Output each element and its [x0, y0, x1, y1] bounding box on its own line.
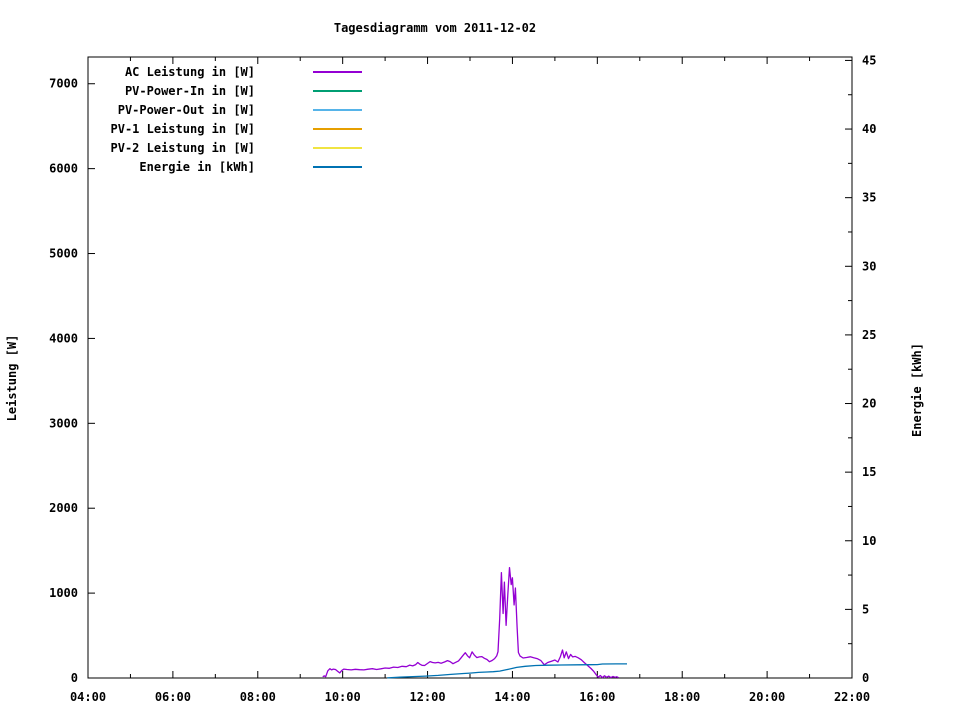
y-axis-label: Leistung [W]	[5, 335, 19, 422]
y-tick-label: 2000	[49, 501, 78, 515]
y2-tick-label: 10	[862, 534, 876, 548]
y2-axis-label: Energie [kWh]	[910, 343, 924, 437]
tagesdiagramm-page: Tagesdiagramm vom 2011-12-02 Leistung [W…	[0, 0, 960, 720]
y-tick-label: 6000	[49, 162, 78, 176]
legend-label: Energie in [kWh]	[139, 160, 255, 174]
chart-title: Tagesdiagramm vom 2011-12-02	[334, 21, 536, 35]
legend: AC Leistung in [W] PV-Power-In in [W] PV-P…	[111, 65, 362, 174]
series-line	[322, 566, 619, 679]
y2-tick-label: 25	[862, 328, 876, 342]
x-tick-label: 22:00	[834, 690, 870, 704]
legend-label: PV-2 Leistung in [W]	[111, 141, 256, 155]
tagesdiagramm-chart: Tagesdiagramm vom 2011-12-02 Leistung [W…	[5, 21, 924, 704]
x-tick-label: 18:00	[664, 690, 700, 704]
x-tick-label: 04:00	[70, 690, 106, 704]
legend-label: PV-1 Leistung in [W]	[111, 122, 256, 136]
y2-tick-label: 35	[862, 191, 876, 205]
y-tick-label: 1000	[49, 586, 78, 600]
x-tick-label: 12:00	[409, 690, 445, 704]
y-tick-label: 7000	[49, 77, 78, 91]
x-tick-label: 20:00	[749, 690, 785, 704]
y2-tick-label: 30	[862, 259, 876, 273]
y-tick-label: 0	[71, 671, 78, 685]
x-tick-label: 06:00	[155, 690, 191, 704]
legend-label: AC Leistung in [W]	[125, 65, 255, 79]
y-tick-label: 5000	[49, 247, 78, 261]
x-tick-label: 10:00	[325, 690, 361, 704]
legend-label: PV-Power-Out in [W]	[118, 103, 255, 117]
x-tick-label: 08:00	[240, 690, 276, 704]
y-tick-label: 3000	[49, 416, 78, 430]
y2-tick-label: 5	[862, 602, 869, 616]
legend-label: PV-Power-In in [W]	[125, 84, 255, 98]
y2-tick-label: 20	[862, 397, 876, 411]
x-tick-label: 14:00	[494, 690, 530, 704]
x-tick-label: 16:00	[579, 690, 615, 704]
data-series	[322, 566, 627, 679]
y2-tick-label: 15	[862, 465, 876, 479]
y2-tick-label: 45	[862, 53, 876, 67]
y-tick-label: 4000	[49, 331, 78, 345]
y2-tick-label: 0	[862, 671, 869, 685]
y2-tick-label: 40	[862, 122, 876, 136]
